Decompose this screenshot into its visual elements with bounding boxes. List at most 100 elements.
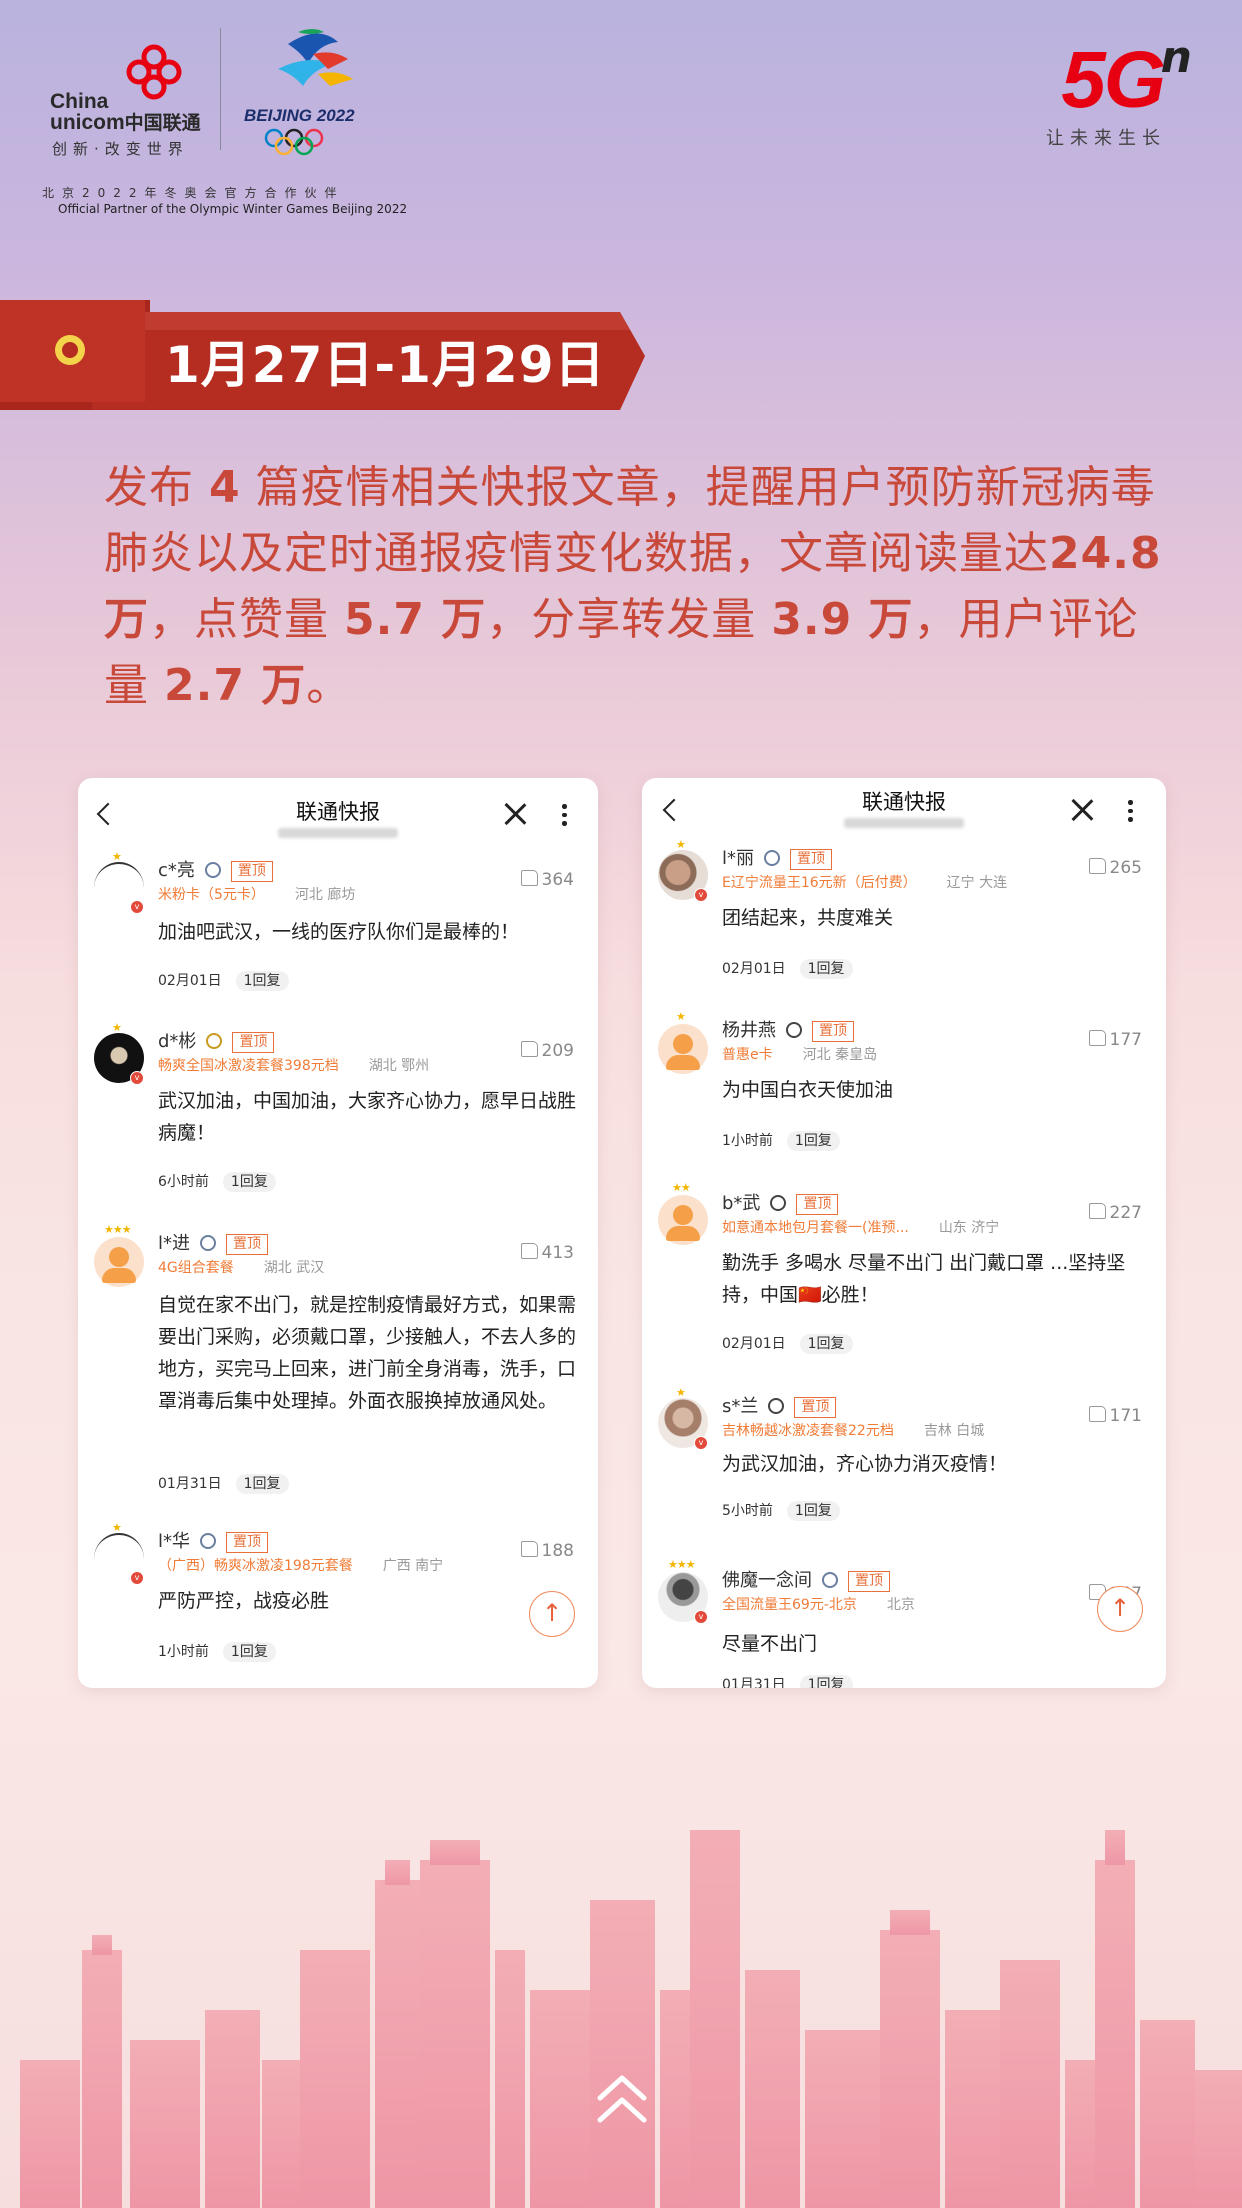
- comment-plan: 全国流量王69元-北京 北京: [722, 1597, 915, 1613]
- pinned-tag: 置顶: [230, 860, 273, 882]
- more-icon[interactable]: [562, 804, 568, 830]
- comments-screenshot-right: 联通快报 ★ v l*丽 置顶 E辽宁流量王16元新（后付费） 辽宁 大连 265 …: [642, 778, 1166, 1688]
- partner-cn: 北京2022年冬奥会官方合作伙伴: [42, 186, 345, 200]
- close-icon[interactable]: [1070, 798, 1094, 822]
- thumbs-up-icon: [520, 870, 538, 886]
- thumbs-up-icon: [1088, 1030, 1106, 1046]
- reply-button[interactable]: 1回复: [235, 1474, 289, 1494]
- thumbs-up-icon: [520, 1243, 538, 1259]
- comment-text: 勤洗手 多喝水 尽量不出门 出门戴口罩 ...坚持坚持，中国🇨🇳必胜！: [722, 1252, 1126, 1306]
- comment-user: l*丽 置顶: [722, 844, 833, 870]
- comment-meta: 02月01日 1回复: [158, 970, 289, 991]
- thumbs-up-icon: [1088, 1406, 1106, 1422]
- comment-user: b*武 置顶: [722, 1189, 839, 1215]
- blurred-subtitle: [278, 828, 398, 838]
- comment-item: ★ v l*丽 置顶 E辽宁流量王16元新（后付费） 辽宁 大连 265 团结起来，…: [642, 838, 1166, 1008]
- comment-meta: 1小时前 1回复: [722, 1130, 840, 1151]
- olympic-emblem-icon: [278, 29, 353, 86]
- comment-item: ★★★ l*进 置顶 4G组合套餐 湖北 武汉 413 自觉在家不出门，就是控制疫情…: [78, 1223, 598, 1513]
- unicom-slogan: 创新·改变世界: [52, 140, 189, 158]
- five-g-slogan: 让未来生长: [1046, 128, 1166, 149]
- date-range: 1月27日-1月29日: [165, 336, 606, 394]
- like-count[interactable]: 364: [520, 870, 574, 890]
- reply-button[interactable]: 1回复: [222, 1172, 276, 1192]
- scroll-top-icon[interactable]: ↑: [1097, 1586, 1143, 1632]
- partner-en: Official Partner of the Olympic Winter G…: [58, 202, 408, 216]
- verified-badge-icon: v: [694, 1436, 708, 1450]
- like-count[interactable]: 413: [520, 1243, 574, 1263]
- verified-badge-icon: v: [130, 1571, 144, 1585]
- logo-divider: [220, 28, 221, 150]
- like-count[interactable]: 227: [1088, 1203, 1142, 1223]
- comment-text: 武汉加油，中国加油，大家齐心协力，愿早日战胜病魔！: [158, 1090, 577, 1144]
- level-crown-icon: ★: [676, 1010, 686, 1023]
- comment-plan: 普惠e卡 河北 秦皇岛: [722, 1047, 878, 1063]
- reply-button[interactable]: 1回复: [222, 1642, 276, 1662]
- pinned-tag: 置顶: [226, 1531, 269, 1553]
- comment-plan: 如意通本地包月套餐一(准预... 山东 济宁: [722, 1220, 1000, 1236]
- comment-meta: 02月01日 1回复: [722, 1333, 853, 1354]
- comment-item: ★ v c*亮 置顶 米粉卡（5元卡） 河北 廊坊 364 加油吧武汉，一线的医疗队…: [78, 850, 598, 1030]
- more-icon[interactable]: [1128, 800, 1134, 826]
- olympic-text: BEIJING 2022: [244, 106, 355, 125]
- avatar[interactable]: [94, 1237, 144, 1287]
- comment-item: ★★★ v 佛魔一念间置顶 全国流量王69元-北京北京 147 尽量不出门 01…: [642, 1558, 1166, 1688]
- verified-badge-icon: v: [694, 1610, 708, 1624]
- medal-icon: [786, 1022, 802, 1038]
- summary-paragraph: 发布 4 篇疫情相关快报文章，提醒用户预防新冠病毒肺炎以及定时通报疫情变化数据，…: [104, 462, 1162, 711]
- china-unicom-logo: China unicom中国联通 创新·改变世界: [50, 42, 220, 158]
- comments-screenshot-left: 联通快报 ★ v c*亮 置顶 米粉卡（5元卡） 河北 廊坊 364 加油吧武汉，一…: [78, 778, 598, 1688]
- medal-icon: [200, 1533, 217, 1549]
- medal-icon: [204, 862, 221, 878]
- like-count[interactable]: 265: [1088, 858, 1142, 878]
- avatar[interactable]: [658, 1024, 708, 1074]
- like-count[interactable]: 209: [520, 1041, 574, 1061]
- comment-meta: 02月01日 1回复: [722, 958, 853, 979]
- scroll-top-icon[interactable]: ↑: [529, 1591, 575, 1637]
- comment-text: 加油吧武汉，一线的医疗队你们是最棒的！: [158, 921, 520, 943]
- comment-text: 严防严控，战疫必胜: [158, 1590, 330, 1612]
- level-crown-icon: ★★★: [668, 1558, 696, 1571]
- reply-button[interactable]: 1回复: [235, 971, 289, 991]
- beijing-2022-emblem: BEIJING 2022: [240, 24, 370, 164]
- pinned-tag: 置顶: [232, 1031, 275, 1053]
- medal-icon: [200, 1235, 217, 1251]
- medal-icon: [768, 1398, 785, 1414]
- thumbs-up-icon: [1088, 858, 1106, 874]
- avatar[interactable]: [658, 1195, 708, 1245]
- like-count[interactable]: 177: [1088, 1030, 1142, 1050]
- reply-button[interactable]: 1回复: [786, 1501, 840, 1521]
- comment-user: c*亮 置顶: [158, 856, 273, 882]
- reply-button[interactable]: 1回复: [799, 959, 853, 979]
- comment-meta: 6小时前 1回复: [158, 1171, 276, 1192]
- comment-user: 佛魔一念间 置顶: [722, 1566, 890, 1592]
- five-g-sup: n: [1160, 32, 1192, 83]
- comment-user: 杨井燕 置顶: [722, 1016, 854, 1042]
- comment-meta: 5小时前 1回复: [722, 1500, 840, 1521]
- comment-text: 自觉在家不出门，就是控制疫情最好方式，如果需要出门采购，必须戴口罩，少接触人，不…: [158, 1294, 577, 1412]
- medal-icon: [822, 1572, 838, 1588]
- comment-item: ★ v s*兰 置顶 吉林畅越冰激凌套餐22元档 吉林 白城 171 为武汉加油，齐…: [642, 1386, 1166, 1556]
- comment-text: 团结起来，共度难关: [722, 907, 894, 929]
- pinned-tag: 置顶: [848, 1570, 890, 1592]
- comment-user: s*兰 置顶: [722, 1392, 837, 1418]
- comment-text: 为武汉加油，齐心协力消灭疫情！: [722, 1453, 1008, 1475]
- comment-item: ★ 杨井燕 置顶 普惠e卡 河北 秦皇岛 177 为中国白衣天使加油 1小时前 1回复: [642, 1010, 1166, 1180]
- medal-icon: [770, 1195, 787, 1211]
- comment-item: ★ v d*彬 置顶 畅爽全国冰激凌套餐398元档 湖北 鄂州 209 武汉加油，中…: [78, 1021, 598, 1221]
- medal-icon: [206, 1033, 223, 1049]
- comment-meta: 01月31日 1回复: [722, 1674, 853, 1688]
- comment-meta: 1小时前 1回复: [158, 1641, 276, 1662]
- reply-button[interactable]: 1回复: [786, 1131, 840, 1151]
- like-count[interactable]: 171: [1088, 1406, 1142, 1426]
- chevrons-up-icon[interactable]: [594, 2070, 650, 2130]
- reply-button[interactable]: 1回复: [799, 1334, 853, 1354]
- like-count[interactable]: 188: [520, 1541, 574, 1561]
- unicom-en-line2: unicom中国联通: [50, 111, 201, 134]
- verified-badge-icon: v: [130, 1071, 144, 1085]
- close-icon[interactable]: [503, 802, 527, 826]
- olympic-rings-icon: [264, 128, 324, 156]
- reply-button[interactable]: 1回复: [799, 1675, 853, 1688]
- thumbs-up-icon: [1088, 1203, 1106, 1219]
- comment-user: d*彬 置顶: [158, 1027, 275, 1053]
